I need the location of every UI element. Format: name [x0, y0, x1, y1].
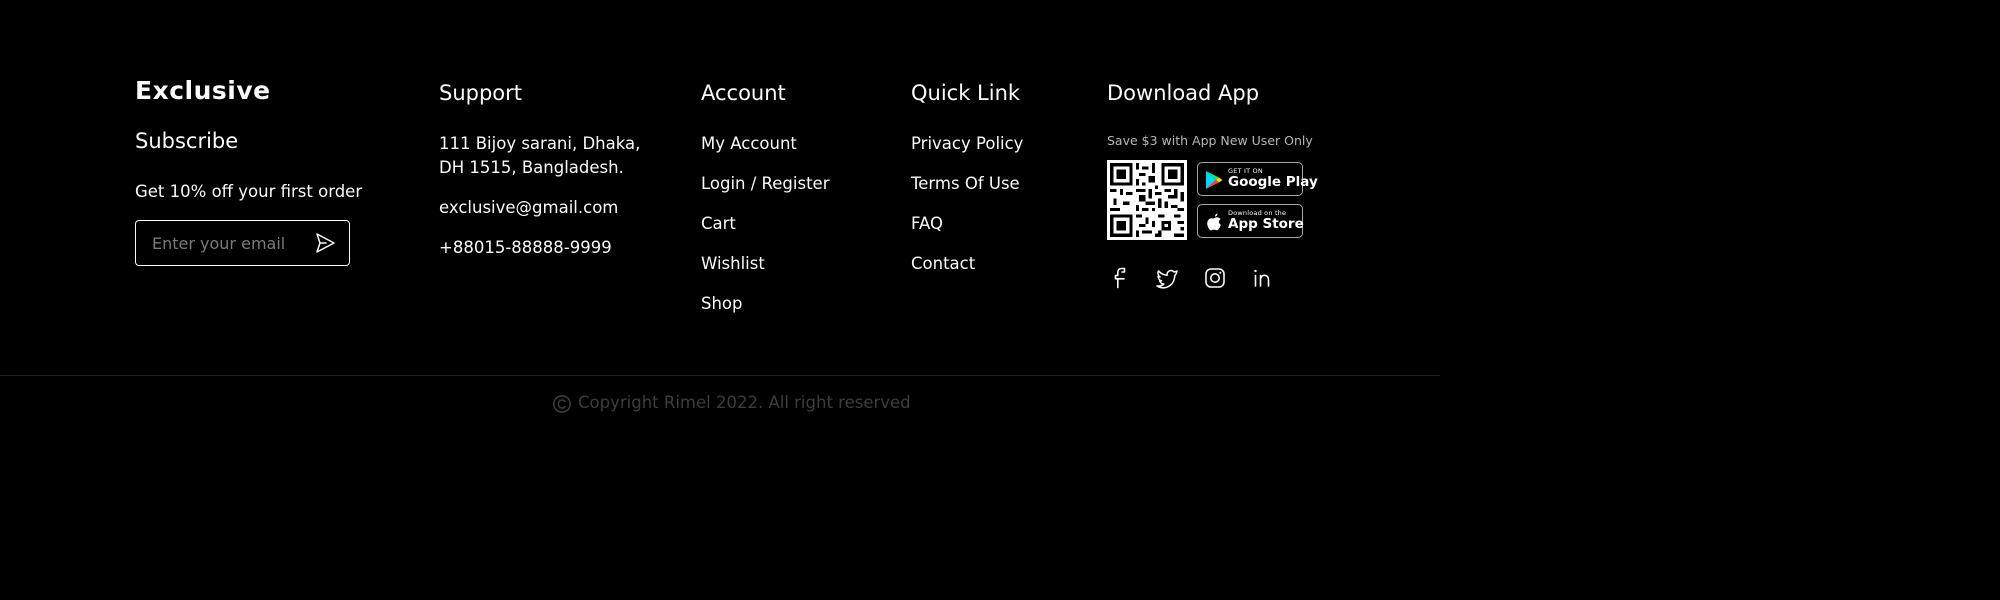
quick-link-faq[interactable]: FAQ [911, 212, 943, 236]
brand-logo[interactable]: Exclusive [135, 76, 271, 105]
app-store-button[interactable]: Download on the App Store [1197, 204, 1304, 238]
qr-code [1107, 160, 1187, 240]
account-link-wishlist[interactable]: Wishlist [701, 252, 765, 276]
account-title: Account [701, 81, 786, 105]
support-address-line1: 111 Bijoy sarani, Dhaka, [439, 134, 641, 153]
account-link-my-account[interactable]: My Account [701, 132, 797, 156]
quick-link-privacy-policy[interactable]: Privacy Policy [911, 132, 1023, 156]
email-input[interactable] [150, 221, 304, 266]
app-promo-text: Save $3 with App New User Only [1107, 133, 1313, 148]
download-app-title: Download App [1107, 81, 1260, 105]
account-link-login-register[interactable]: Login / Register [701, 172, 830, 196]
support-title: Support [439, 81, 523, 105]
account-link-cart[interactable]: Cart [701, 212, 736, 236]
google-play-big-text: Google Play [1228, 174, 1318, 190]
footer: Exclusive Subscribe Get 10% off your fir… [0, 0, 1440, 376]
quick-link-title: Quick Link [911, 81, 1021, 105]
quick-link-terms-of-use[interactable]: Terms Of Use [911, 172, 1020, 196]
account-link-shop[interactable]: Shop [701, 292, 743, 316]
copyright-text: Copyright Rimel 2022. All right reserved [578, 393, 911, 412]
support-address-line2: DH 1515, Bangladesh. [439, 158, 624, 177]
copyright-icon [553, 395, 571, 413]
support-phone-link[interactable]: +88015-88888-9999 [439, 236, 612, 260]
app-store-big-text: App Store [1228, 216, 1304, 232]
google-play-button[interactable]: GET IT ON Google Play [1197, 162, 1318, 196]
subscribe-offer: Get 10% off your first order [135, 182, 363, 201]
subscribe-title: Subscribe [135, 129, 239, 153]
apple-icon [1207, 213, 1221, 231]
quick-link-contact[interactable]: Contact [911, 252, 975, 276]
linkedin-icon[interactable] [1251, 266, 1275, 290]
support-email-link[interactable]: exclusive@gmail.com [439, 196, 618, 220]
email-subscribe-form [135, 220, 350, 266]
twitter-icon[interactable] [1155, 266, 1179, 290]
send-icon[interactable] [313, 231, 337, 255]
facebook-icon[interactable] [1108, 266, 1132, 290]
instagram-icon[interactable] [1203, 266, 1227, 290]
google-play-icon [1206, 171, 1223, 189]
